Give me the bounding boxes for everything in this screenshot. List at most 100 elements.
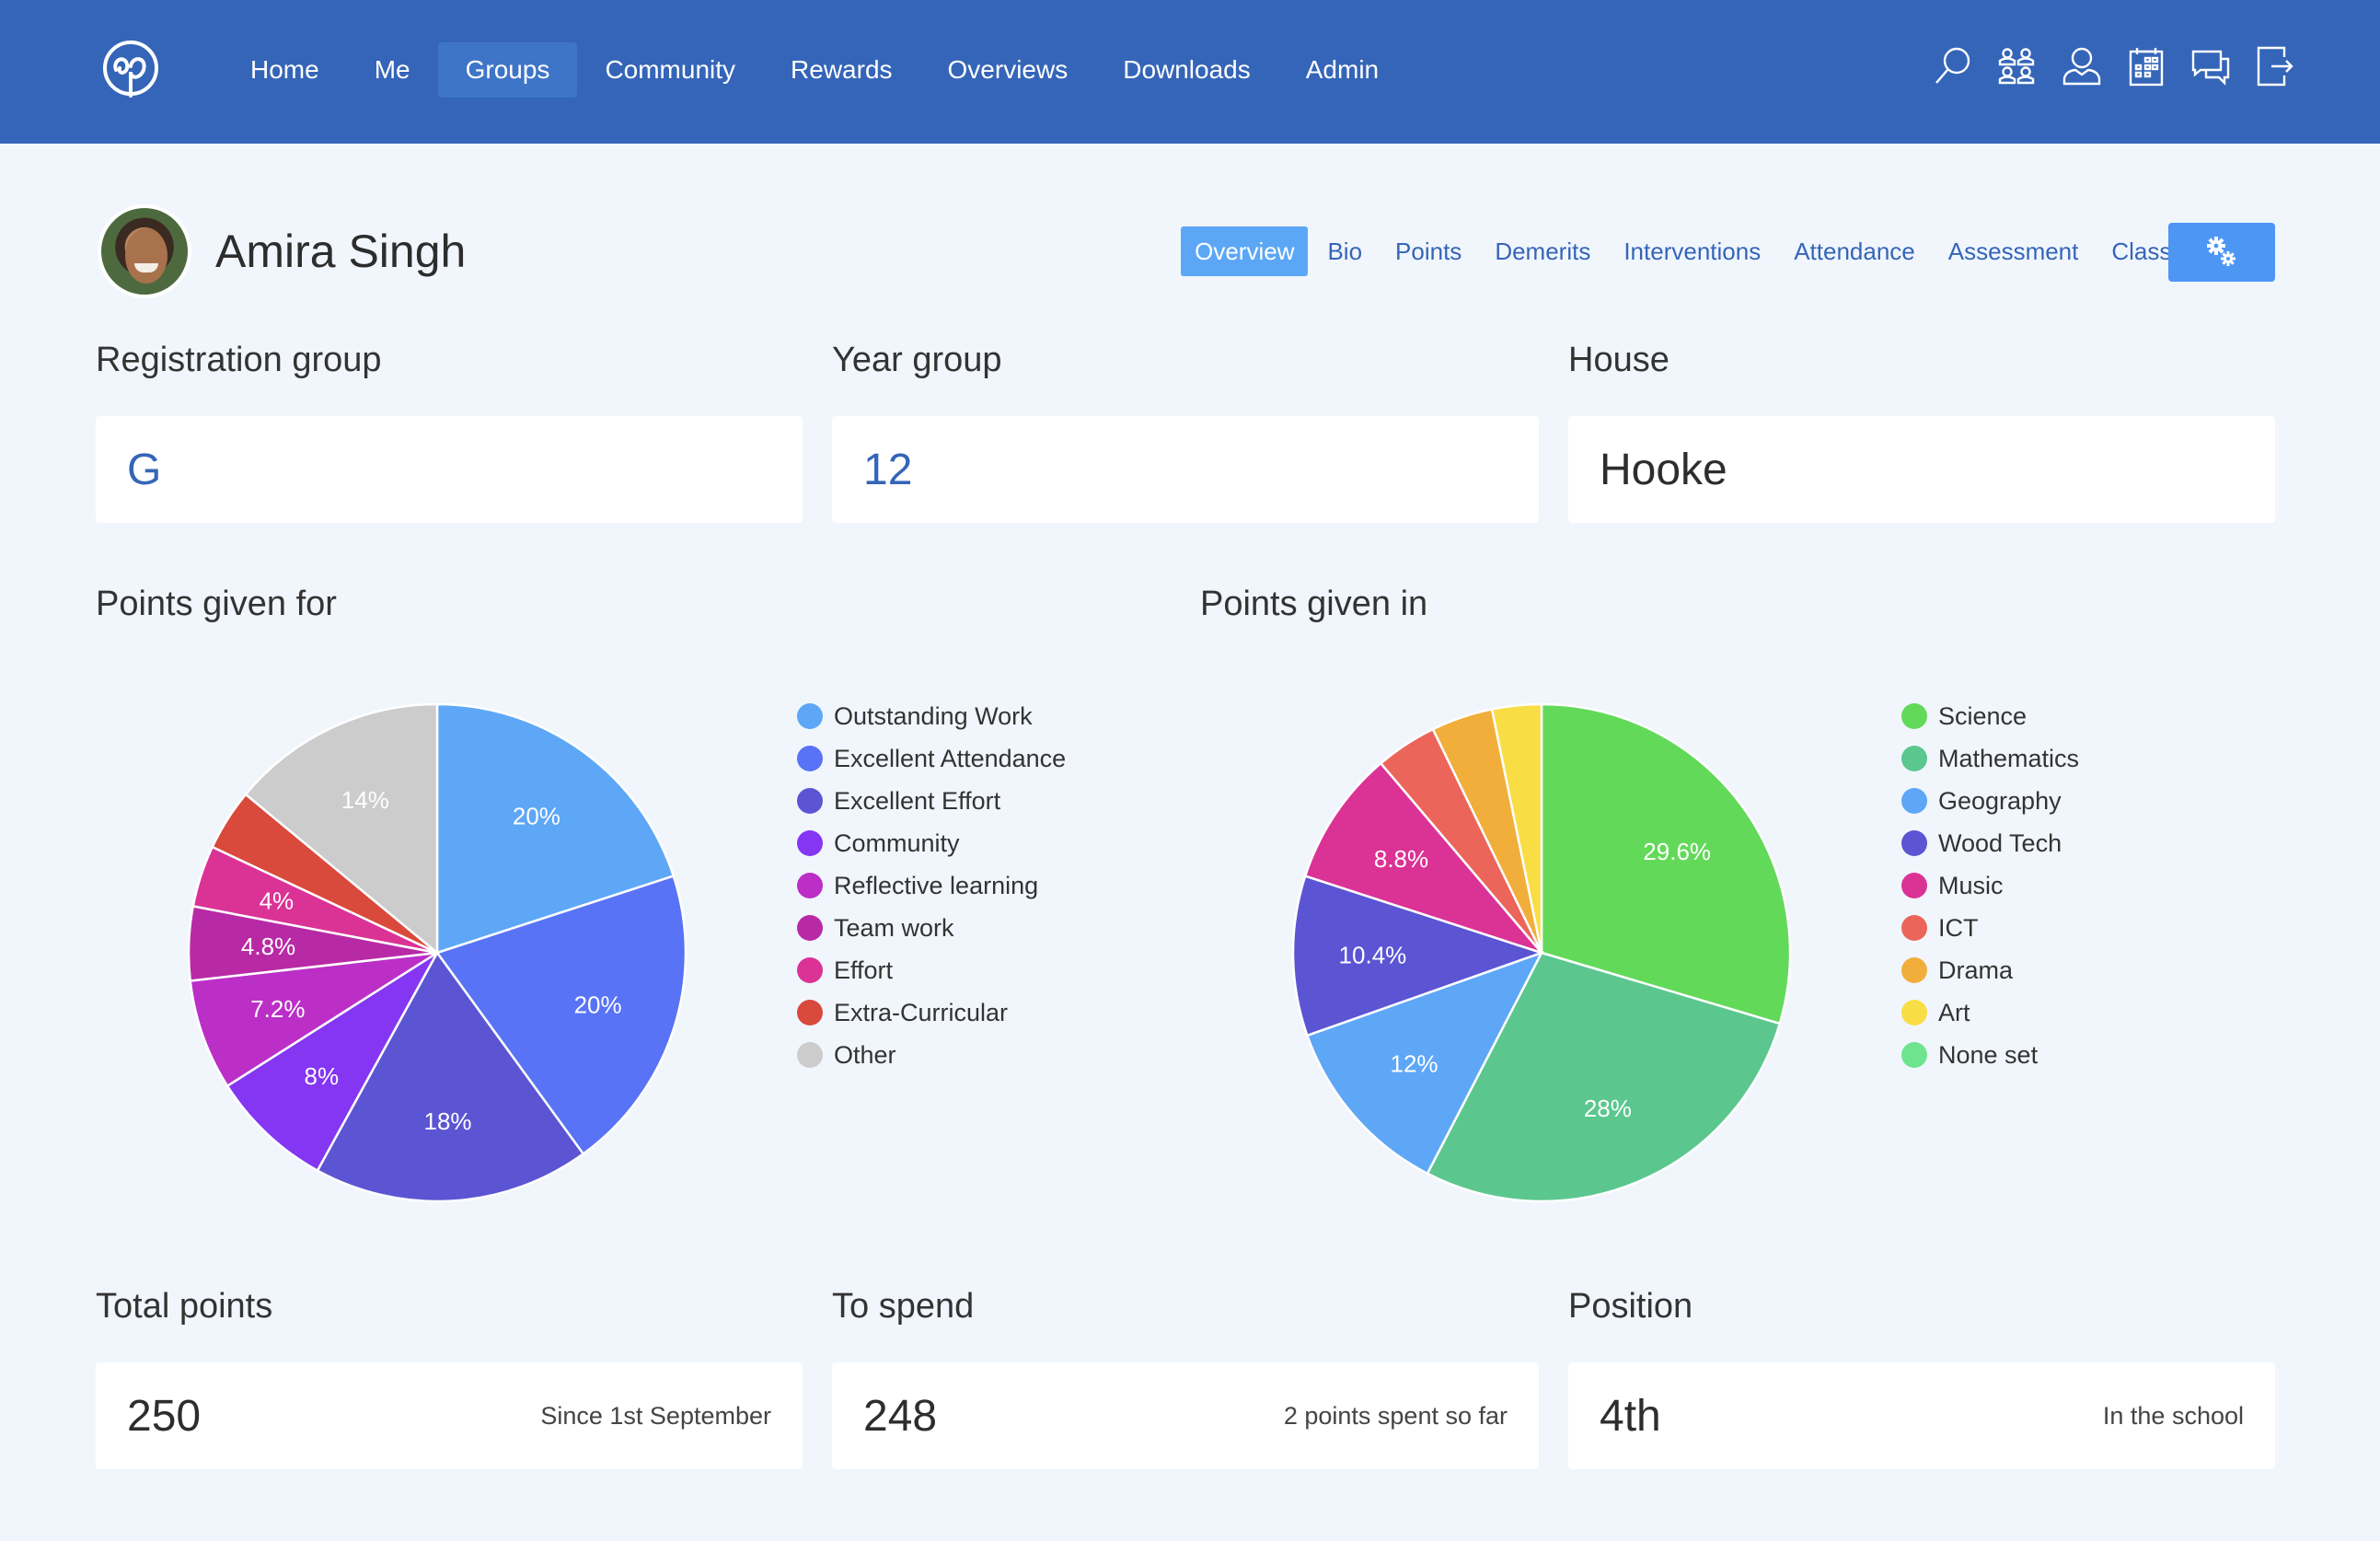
tab-attendance[interactable]: Attendance [1780, 226, 1929, 276]
year-group-value[interactable]: 12 [863, 445, 912, 495]
points-given-for-pie-chart: 20% 20% 18% 8% 7.2% 4.8% 4% 14% [187, 702, 687, 1203]
legend-label: Reflective learning [834, 871, 1039, 899]
legend-item-none-set[interactable]: None set [1901, 1034, 2079, 1076]
slice-label-excellent-effort: 18% [424, 1107, 472, 1135]
legend-item-wood-tech[interactable]: Wood Tech [1901, 822, 2079, 864]
legend-swatch [1901, 703, 1927, 729]
legend-label: Excellent Effort [834, 786, 1001, 815]
total-points-note: Since 1st September [540, 1401, 771, 1430]
tab-interventions[interactable]: Interventions [1610, 226, 1774, 276]
settings-button[interactable] [2168, 223, 2275, 282]
nav-overviews[interactable]: Overviews [920, 42, 1096, 98]
next-section-heading-clipped [96, 1532, 482, 1541]
legend-item-excellent-effort[interactable]: Excellent Effort [797, 780, 1066, 822]
nav-home[interactable]: Home [223, 42, 347, 98]
legend-item-effort[interactable]: Effort [797, 949, 1066, 991]
messages-icon[interactable] [2190, 44, 2231, 88]
calendar-icon[interactable] [2126, 44, 2166, 88]
legend-item-art[interactable]: Art [1901, 991, 2079, 1034]
nav-groups[interactable]: Groups [437, 42, 578, 98]
legend-label: Mathematics [1938, 744, 2080, 772]
logout-icon[interactable] [2255, 44, 2295, 88]
legend-item-music[interactable]: Music [1901, 864, 2079, 907]
legend-swatch [797, 830, 823, 856]
to-spend-label: To spend [832, 1287, 975, 1326]
registration-group-value[interactable]: G [127, 445, 161, 495]
position-card: 4th In the school [1568, 1362, 2275, 1469]
slice-label-other: 14% [341, 786, 389, 814]
slice-label-community: 8% [305, 1062, 340, 1090]
groups-icon[interactable] [1997, 44, 2038, 88]
position-value: 4th [1600, 1391, 1661, 1441]
legend-item-team-work[interactable]: Team work [797, 907, 1066, 949]
slice-label-mathematics: 28% [1584, 1095, 1632, 1122]
legend-item-geography[interactable]: Geography [1901, 780, 2079, 822]
points-given-in-legend: Science Mathematics Geography Wood Tech Musi… [1901, 695, 2079, 1076]
tab-bio[interactable]: Bio [1313, 226, 1376, 276]
legend-swatch [797, 746, 823, 771]
legend-item-extra-curricular[interactable]: Extra-Curricular [797, 991, 1066, 1034]
legend-swatch [1901, 957, 1927, 983]
legend-item-reflective-learning[interactable]: Reflective learning [797, 864, 1066, 907]
house-value: Hooke [1600, 445, 1727, 494]
tab-assessment[interactable]: Assessment [1935, 226, 2093, 276]
legend-label: Other [834, 1040, 896, 1069]
year-group-card: 12 [832, 416, 1539, 523]
avatar[interactable] [98, 204, 191, 298]
gears-icon [2207, 237, 2236, 266]
legend-swatch [797, 788, 823, 814]
legend-item-other[interactable]: Other [797, 1034, 1066, 1076]
slice-label-reflective-learning: 7.2% [250, 995, 305, 1023]
tab-points[interactable]: Points [1381, 226, 1475, 276]
user-icon[interactable] [2062, 44, 2102, 88]
house-label: House [1568, 341, 1669, 379]
total-points-value: 250 [127, 1391, 202, 1441]
legend-label: Music [1938, 871, 2004, 899]
legend-item-community[interactable]: Community [797, 822, 1066, 864]
slice-label-effort: 4% [260, 886, 295, 914]
house-card: Hooke [1568, 416, 2275, 523]
legend-swatch [797, 873, 823, 898]
legend-item-outstanding-work[interactable]: Outstanding Work [797, 695, 1066, 737]
search-icon[interactable] [1933, 44, 1973, 88]
to-spend-value: 248 [863, 1391, 938, 1441]
slice-label-team-work: 4.8% [241, 933, 295, 960]
slice-label-science: 29.6% [1643, 838, 1711, 865]
legend-label: Team work [834, 913, 954, 942]
legend-item-mathematics[interactable]: Mathematics [1901, 737, 2079, 780]
legend-item-ict[interactable]: ICT [1901, 907, 2079, 949]
legend-swatch [797, 957, 823, 983]
legend-swatch [1901, 788, 1927, 814]
legend-label: Excellent Attendance [834, 744, 1067, 772]
position-label: Position [1568, 1287, 1693, 1326]
nav-rewards[interactable]: Rewards [763, 42, 919, 98]
points-given-in-pie-chart: 29.6% 28% 12% 10.4% 8.8% [1291, 702, 1792, 1203]
registration-group-label: Registration group [96, 341, 382, 379]
legend-item-drama[interactable]: Drama [1901, 949, 2079, 991]
legend-label: Outstanding Work [834, 701, 1033, 730]
to-spend-card: 248 2 points spent so far [832, 1362, 1539, 1469]
nav-me[interactable]: Me [347, 42, 438, 98]
legend-item-excellent-attendance[interactable]: Excellent Attendance [797, 737, 1066, 780]
legend-swatch [797, 915, 823, 941]
position-note: In the school [2102, 1401, 2244, 1430]
legend-swatch [797, 1042, 823, 1068]
nav-downloads[interactable]: Downloads [1095, 42, 1278, 98]
legend-swatch [797, 1000, 823, 1025]
nav-admin[interactable]: Admin [1278, 42, 1406, 98]
to-spend-note: 2 points spent so far [1283, 1401, 1508, 1430]
legend-label: Geography [1938, 786, 2062, 815]
points-given-in-title: Points given in [1200, 585, 1428, 623]
points-given-for-legend: Outstanding Work Excellent Attendance Exce… [797, 695, 1066, 1076]
avatar-face [125, 228, 168, 284]
legend-label: Wood Tech [1938, 828, 2062, 857]
tab-demerits[interactable]: Demerits [1481, 226, 1604, 276]
slice-label-outstanding-work: 20% [513, 802, 560, 829]
total-points-label: Total points [96, 1287, 273, 1326]
legend-label: Science [1938, 701, 2028, 730]
tab-overview[interactable]: Overview [1181, 226, 1309, 276]
legend-label: Extra-Curricular [834, 998, 1009, 1026]
nav-community[interactable]: Community [577, 42, 763, 98]
app-logo-icon[interactable] [99, 39, 162, 101]
legend-item-science[interactable]: Science [1901, 695, 2079, 737]
